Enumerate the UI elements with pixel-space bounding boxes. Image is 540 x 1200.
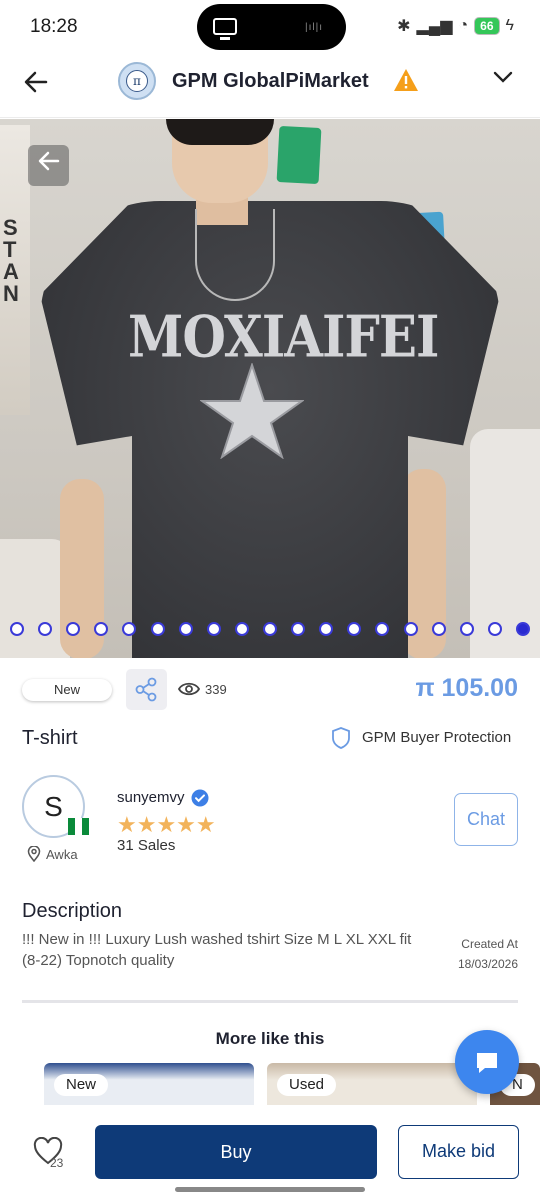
view-count: 339: [205, 682, 227, 697]
description-text: !!! New in !!! Luxury Lush washed tshirt…: [22, 931, 412, 969]
gallery-dot[interactable]: [206, 622, 221, 636]
gallery-dot[interactable]: [459, 622, 474, 636]
arrow-left-icon: [24, 71, 48, 93]
gallery-pagination: [10, 622, 530, 636]
app-title: GPM GlobalPiMarket: [172, 70, 369, 92]
gallery-dot[interactable]: [515, 622, 530, 636]
gallery-dot[interactable]: [38, 622, 53, 636]
image-back-button[interactable]: [28, 145, 69, 186]
created-at-date: 18/03/2026: [457, 957, 518, 971]
warning-icon[interactable]: [393, 67, 419, 93]
arrow-left-icon: [38, 151, 59, 171]
buy-button[interactable]: Buy: [95, 1125, 377, 1179]
gallery-dot[interactable]: [319, 622, 334, 636]
star-print-icon: [200, 363, 304, 459]
gallery-dot[interactable]: [262, 622, 277, 636]
share-icon: [135, 677, 157, 702]
necklace: [195, 209, 275, 301]
battery-icon: 66: [474, 17, 500, 35]
chat-fab-button[interactable]: [455, 1030, 519, 1094]
gallery-dot[interactable]: [431, 622, 446, 636]
shield-icon: [332, 727, 350, 749]
status-time: 18:28: [30, 16, 78, 37]
condition-badge: New: [22, 679, 112, 701]
audio-wave-icon: |ıl|ı: [305, 22, 323, 33]
chevron-down-button[interactable]: [492, 66, 514, 94]
gpm-logo: π: [118, 62, 156, 100]
bluetooth-icon: ✱: [397, 18, 411, 35]
nigeria-flag-icon: [68, 818, 89, 835]
gallery-dot[interactable]: [234, 622, 249, 636]
signal-icon: ▂▄▆: [416, 18, 453, 35]
screen-cast-icon: [213, 18, 237, 40]
back-button[interactable]: [22, 68, 54, 100]
gallery-dot[interactable]: [487, 622, 502, 636]
seller-location: Awka: [46, 847, 78, 862]
shirt-print-text: MOXIAIFEI: [128, 302, 439, 371]
seller-name[interactable]: sunyemvy: [117, 789, 185, 806]
chat-button[interactable]: Chat: [454, 793, 518, 846]
buyer-protection-label[interactable]: GPM Buyer Protection: [362, 729, 511, 746]
related-product-card[interactable]: New: [44, 1063, 254, 1105]
seller-sales: 31 Sales: [117, 837, 176, 854]
wall-sticker: [276, 125, 322, 185]
location-pin-icon: [27, 846, 41, 862]
make-bid-button[interactable]: Make bid: [398, 1125, 519, 1179]
verified-badge-icon: [191, 789, 209, 807]
chevron-down-icon: [493, 71, 513, 83]
divider: [22, 1000, 518, 1003]
eye-icon: [178, 682, 200, 696]
share-button[interactable]: [126, 669, 167, 710]
pi-logo-icon: π: [126, 70, 148, 92]
seller-rating-stars: ★★★★★: [117, 812, 216, 837]
status-bar: 18:28 |ıl|ı ✱ ▂▄▆ ◔ 66 ϟ: [0, 0, 540, 54]
gallery-dot[interactable]: [178, 622, 193, 636]
message-icon: [477, 1053, 497, 1073]
status-icons: ✱ ▂▄▆ ◔ 66 ϟ: [397, 16, 514, 36]
card-condition-badge: Used: [277, 1074, 337, 1096]
related-product-card[interactable]: Used: [267, 1063, 477, 1105]
app-header: π GPM GlobalPiMarket: [0, 54, 540, 118]
gallery-dot[interactable]: [10, 622, 24, 636]
like-count: 23: [50, 1156, 64, 1170]
gallery-dot[interactable]: [403, 622, 418, 636]
card-condition-badge: New: [54, 1074, 109, 1096]
gallery-dot[interactable]: [122, 622, 137, 636]
home-indicator[interactable]: [175, 1187, 365, 1192]
charging-icon: ϟ: [505, 17, 514, 34]
gallery-dot[interactable]: [375, 622, 390, 636]
gallery-dot[interactable]: [291, 622, 306, 636]
wall-poster: STAN: [0, 125, 30, 415]
gallery-dot[interactable]: [347, 622, 362, 636]
created-at-label: Created At: [461, 937, 518, 951]
price: π 105.00: [415, 674, 518, 702]
wifi-icon: ◔: [458, 17, 469, 34]
dynamic-island: |ıl|ı: [197, 4, 346, 50]
gallery-dot[interactable]: [66, 622, 81, 636]
product-image-gallery[interactable]: STAN MOXIAIFEI: [0, 119, 540, 658]
gallery-dot[interactable]: [150, 622, 165, 636]
product-title: T-shirt: [22, 727, 78, 749]
description-heading: Description: [22, 900, 123, 922]
gallery-dot[interactable]: [94, 622, 109, 636]
model-hair: [166, 119, 274, 145]
